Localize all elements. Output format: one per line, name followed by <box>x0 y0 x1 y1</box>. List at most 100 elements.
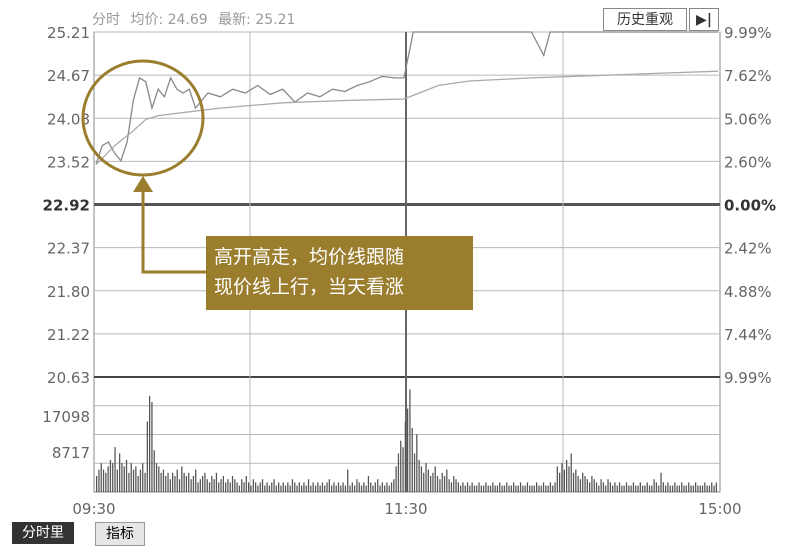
volume-bar <box>335 485 337 492</box>
volume-bar <box>570 453 572 492</box>
volume-bar <box>706 485 708 492</box>
skip-next-icon: ▶| <box>696 12 712 28</box>
volume-bar <box>245 476 247 492</box>
volume-bar <box>395 466 397 492</box>
volume-bar <box>466 482 469 492</box>
volume-bar <box>241 479 243 492</box>
volume-bar <box>651 485 653 492</box>
volume-bar <box>561 463 563 492</box>
volume-bar <box>195 469 197 492</box>
volume-bar <box>515 485 517 492</box>
volume-bar <box>310 485 312 492</box>
volume-bar <box>623 485 625 492</box>
volume-bar <box>411 427 413 492</box>
volume-bar <box>144 472 146 492</box>
volume-bar <box>423 472 425 492</box>
right-tick-label: 9.99% <box>724 369 772 387</box>
volume-bar <box>248 482 250 492</box>
volume-bar <box>360 485 363 492</box>
volume-bar <box>264 485 266 492</box>
volume-bar <box>519 482 522 492</box>
volume-bar <box>665 485 667 492</box>
volume-bar <box>102 469 105 492</box>
volume-bar <box>98 469 100 492</box>
volume-bar <box>552 485 554 492</box>
volume-bar <box>584 476 586 492</box>
volume-bar <box>273 479 275 492</box>
volume-bar <box>321 482 324 492</box>
volume-bar <box>448 479 450 492</box>
right-tick-label: 2.42% <box>724 240 772 258</box>
annotation-line-2: 现价线上行，当天看涨 <box>214 276 405 298</box>
left-tick-label: 22.37 <box>47 240 90 258</box>
volume-bar <box>554 482 556 492</box>
volume-bar <box>252 479 254 492</box>
volume-bar <box>370 482 372 492</box>
volume-bar <box>513 482 515 492</box>
volume-bar <box>485 482 487 492</box>
volume-bar <box>204 472 206 492</box>
right-tick-label: 2.60% <box>724 153 772 171</box>
volume-bar <box>457 482 459 492</box>
volume-bar <box>289 485 291 492</box>
volume-bar <box>540 485 542 492</box>
volume-bar <box>344 485 347 492</box>
volume-bar <box>637 485 639 492</box>
volume-bar <box>678 485 681 492</box>
volume-bar <box>123 466 125 492</box>
volume-bar <box>121 463 123 492</box>
next-day-button[interactable]: ▶| <box>689 8 719 31</box>
volume-bar <box>692 485 694 492</box>
volume-bar <box>538 485 540 492</box>
average-price-label: 均价: 24.69 <box>130 12 208 28</box>
volume-bar <box>434 466 436 492</box>
volume-bar <box>582 472 584 492</box>
volume-bar <box>609 482 611 492</box>
volume-bar <box>178 479 181 492</box>
volume-bar <box>690 485 692 492</box>
volume-bar <box>441 472 443 492</box>
volume-bar <box>340 485 342 492</box>
volume-bar <box>169 479 171 492</box>
volume-bar <box>674 482 676 492</box>
volume-bar <box>642 485 644 492</box>
volume-bar <box>713 485 715 492</box>
volume-bar <box>549 482 552 492</box>
volume-bar <box>614 482 616 492</box>
tab-intraday[interactable]: 分时里 <box>12 522 74 544</box>
volume-bar <box>218 482 220 492</box>
history-button[interactable]: 历史重观 <box>603 8 687 31</box>
volume-bar <box>547 485 549 492</box>
volume-bar <box>708 485 711 492</box>
volume-bar <box>478 482 480 492</box>
intraday-chart-window: 25.21 9.99% 24.67 7.62% 24.08 5.06% 23.52 2.60%… <box>0 0 791 552</box>
volume-bar <box>192 476 195 492</box>
volume-bar <box>125 459 128 492</box>
volume-bar <box>220 479 222 492</box>
volume-bar <box>284 485 287 492</box>
volume-bar <box>185 476 188 492</box>
volume-bar <box>591 476 593 492</box>
volume-bar <box>432 472 434 492</box>
volume-bar <box>119 453 121 492</box>
volume-bar <box>142 463 144 492</box>
volume-bar <box>176 469 178 492</box>
volume-bar <box>701 485 704 492</box>
volume-bar <box>314 485 317 492</box>
volume-bar <box>259 482 261 492</box>
volume-bar <box>616 485 618 492</box>
volume-bar <box>400 440 402 492</box>
volume-bar <box>287 482 289 492</box>
volume-bar <box>612 485 614 492</box>
volume-bar <box>715 482 717 492</box>
volume-bar <box>324 485 326 492</box>
volume-bar <box>639 482 641 492</box>
volume-bar <box>303 482 305 492</box>
tab-indicators[interactable]: 指标 <box>95 522 145 546</box>
volume-bar <box>227 479 229 492</box>
volume-bar <box>462 482 464 492</box>
volume-bar <box>699 485 701 492</box>
volume-bar <box>225 482 227 492</box>
volume-bar <box>545 485 547 492</box>
volume-bar <box>294 482 296 492</box>
